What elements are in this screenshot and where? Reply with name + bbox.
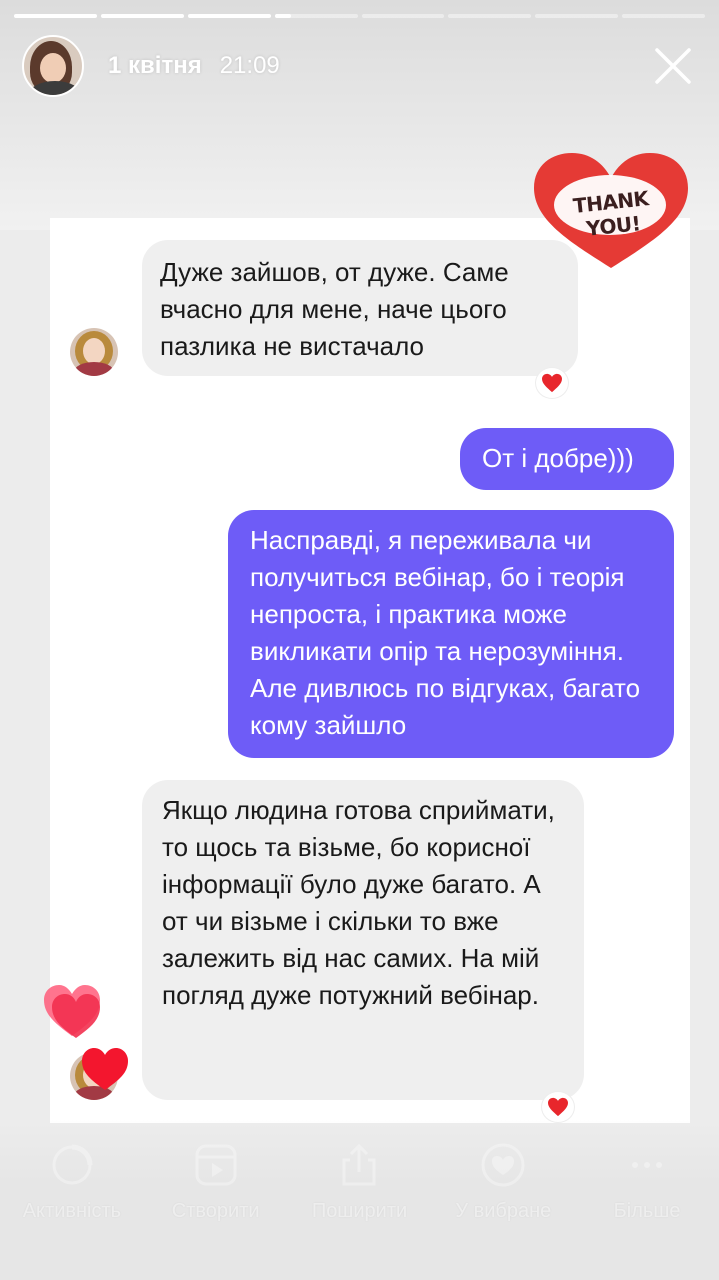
story-time: 21:09 [219,52,280,79]
floating-heart [42,982,102,1040]
favorite-icon [481,1143,525,1187]
create-icon [195,1144,237,1186]
more-icon [632,1162,663,1168]
share-button[interactable]: Поширити [289,1142,429,1223]
progress-segment [361,14,445,18]
progress-segment [100,14,184,18]
chat-screenshot: Дуже зайшов, от дуже. Саме вчасно для ме… [50,218,690,1123]
close-icon [655,48,691,84]
favorite-button[interactable]: У вибране [433,1142,573,1223]
author-avatar[interactable] [22,35,84,97]
progress-segment-current [274,14,358,18]
floating-heart [80,1046,130,1092]
progress-segment [622,14,705,18]
create-button[interactable]: Створити [146,1142,286,1223]
share-icon [342,1143,376,1186]
story-date: 1 квітня [108,52,202,79]
story-bottom-bar: Активність Створити Поширити У вибране Б… [0,1120,719,1280]
progress-segment [187,14,271,18]
close-button[interactable] [649,42,697,90]
progress-segment [448,14,532,18]
create-label: Створити [171,1200,260,1222]
progress-fill [274,14,292,18]
story-progress-bar [14,14,705,18]
activity-icon [52,1144,93,1185]
heart-icon [82,1048,128,1090]
incoming-message: Дуже зайшов, от дуже. Саме вчасно для ме… [142,240,578,376]
favorite-label: У вибране [455,1200,552,1222]
progress-segment [535,14,619,18]
more-label: Більше [613,1200,681,1222]
outgoing-message: От і добре))) [460,428,674,490]
story-header: 1 квітня 21:09 [22,34,697,98]
message-reaction [542,1092,574,1122]
progress-segment [14,14,97,18]
outgoing-message: Насправді, я переживала чи получиться ве… [228,510,674,758]
share-label: Поширити [311,1200,408,1222]
heart-icon [548,1097,568,1117]
message-reaction [536,368,568,398]
activity-label: Активність [22,1200,122,1222]
more-button[interactable]: Більше [577,1142,717,1223]
sender-avatar [70,328,118,376]
thank-you-heart-sticker: THANK YOU! [530,150,692,272]
heart-icon [44,985,100,1038]
incoming-message: Якщо людина готова сприймати, то щось та… [142,780,584,1100]
heart-icon [542,373,562,393]
activity-button[interactable]: Активність [2,1142,142,1223]
